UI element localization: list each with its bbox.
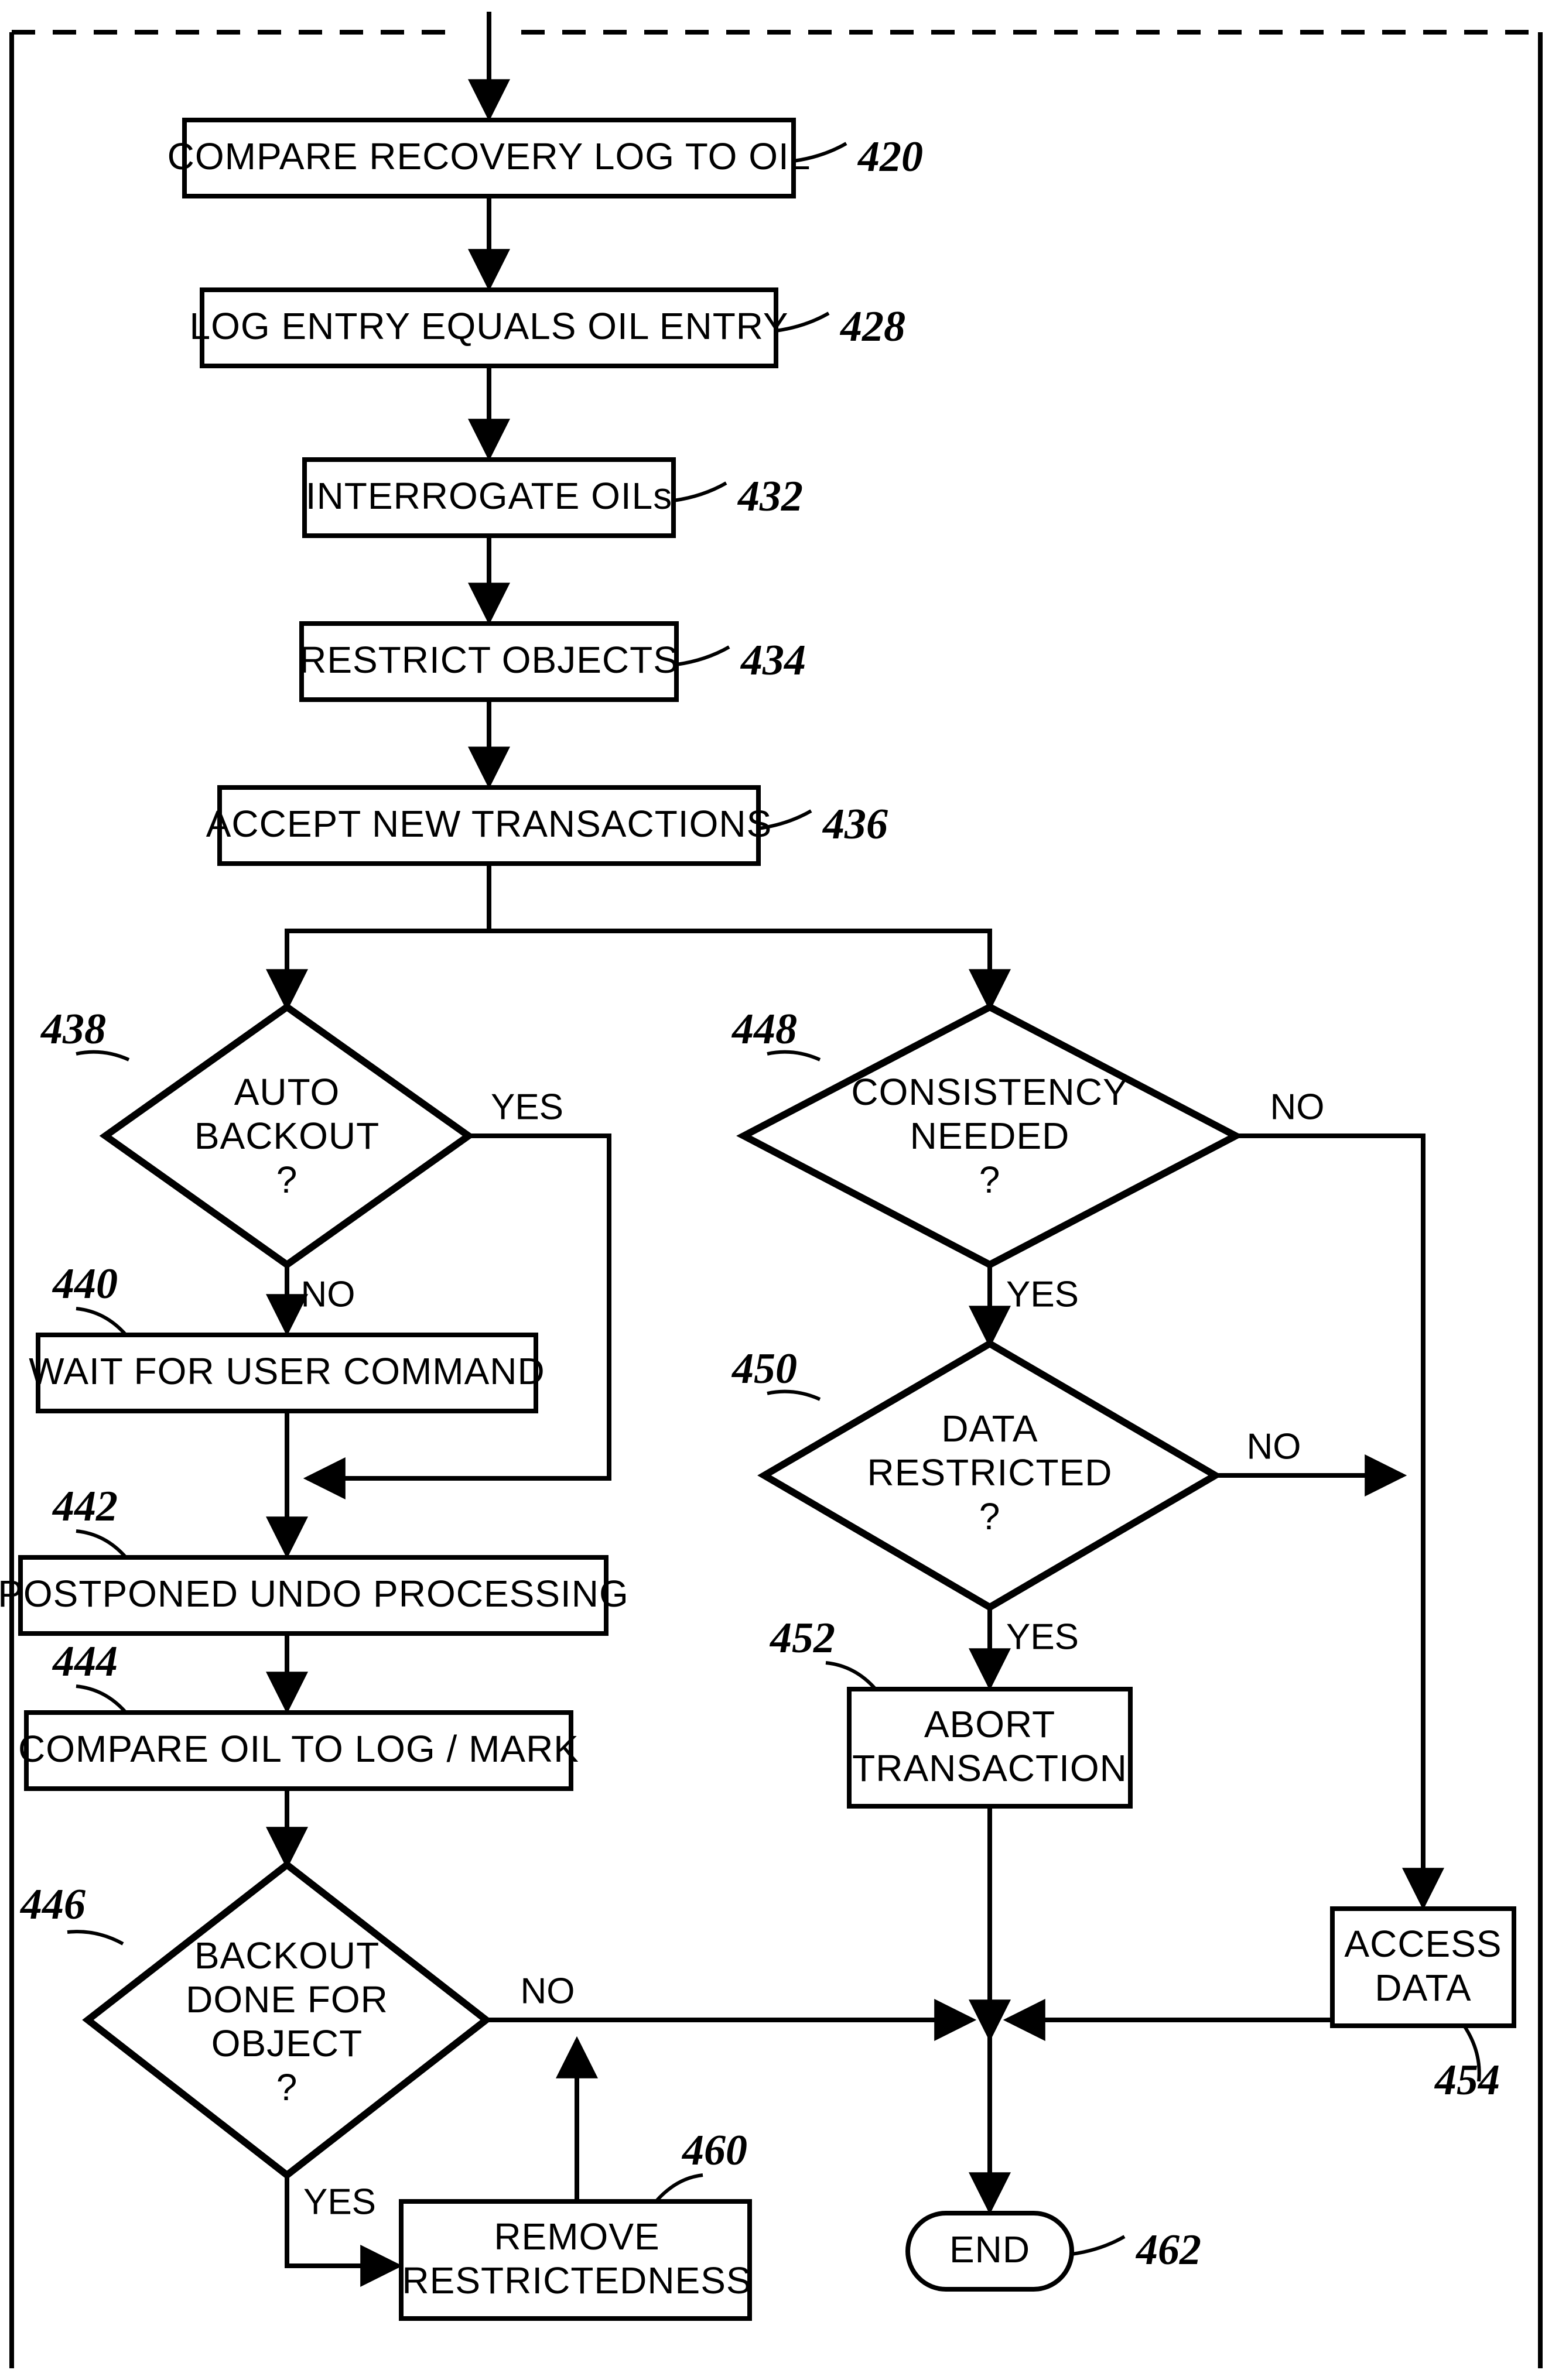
box-452-text-1: TRANSACTION — [852, 1747, 1127, 1789]
box-442-text: POSTPONED UNDO PROCESSING — [0, 1573, 629, 1615]
ref-454: 454 — [1434, 2056, 1500, 2104]
ref-446: 446 — [19, 1881, 86, 1929]
ref-450: 450 — [731, 1345, 797, 1393]
ref-452: 452 — [769, 1614, 835, 1662]
svg-text:DONE FOR: DONE FOR — [186, 1978, 388, 2021]
ref-434: 434 — [740, 636, 806, 684]
svg-text:NO: NO — [1247, 1426, 1301, 1467]
box-444-text: COMPARE OIL TO LOG / MARK — [18, 1728, 579, 1770]
ref-428: 428 — [839, 303, 905, 351]
svg-text:BACKOUT: BACKOUT — [194, 1934, 380, 1977]
svg-text:DATA: DATA — [941, 1408, 1038, 1450]
box-434-text: RESTRICT OBJECTS — [299, 639, 679, 681]
box-452-text-0: ABORT — [924, 1703, 1055, 1745]
svg-text:NO: NO — [521, 1971, 575, 2011]
svg-text:YES: YES — [1006, 1617, 1079, 1657]
end-text: END — [949, 2228, 1030, 2271]
box-420-text: COMPARE RECOVERY LOG TO OIL — [167, 135, 811, 177]
box-454-text-0: ACCESS — [1344, 1923, 1502, 1965]
svg-text:?: ? — [979, 1159, 1001, 1201]
svg-text:BACKOUT: BACKOUT — [194, 1115, 380, 1157]
box-432-text: INTERROGATE OILs — [306, 475, 672, 517]
svg-text:NO: NO — [301, 1274, 355, 1314]
svg-text:CONSISTENCY: CONSISTENCY — [851, 1071, 1128, 1113]
box-460-text-1: RESTRICTEDNESS — [402, 2259, 751, 2302]
ref-442: 442 — [52, 1482, 118, 1530]
ref-448: 448 — [731, 1005, 797, 1053]
ref-432: 432 — [737, 472, 803, 520]
svg-text:OBJECT: OBJECT — [211, 2022, 363, 2064]
ref-420: 420 — [857, 133, 923, 181]
flowchart: COMPARE RECOVERY LOG TO OIL 420 LOG ENTR… — [0, 0, 1552, 2380]
svg-text:RESTRICTED: RESTRICTED — [867, 1451, 1113, 1494]
svg-text:YES: YES — [1006, 1274, 1079, 1314]
svg-text:NEEDED: NEEDED — [910, 1115, 1070, 1157]
box-436-text: ACCEPT NEW TRANSACTIONS — [206, 803, 772, 845]
box-454-text-1: DATA — [1375, 1967, 1471, 2009]
ref-436: 436 — [822, 800, 888, 848]
ref-460: 460 — [681, 2126, 747, 2174]
svg-text:?: ? — [276, 2066, 298, 2108]
svg-text:YES: YES — [491, 1087, 563, 1127]
box-460-text-0: REMOVE — [494, 2215, 659, 2258]
box-440-text: WAIT FOR USER COMMAND — [29, 1350, 545, 1392]
svg-text:?: ? — [276, 1159, 298, 1201]
svg-text:?: ? — [979, 1495, 1001, 1537]
ref-444: 444 — [52, 1638, 118, 1686]
svg-text:NO: NO — [1270, 1087, 1325, 1127]
svg-text:AUTO: AUTO — [234, 1071, 340, 1113]
box-428-text: LOG ENTRY EQUALS OIL ENTRY — [189, 305, 788, 347]
svg-text:YES: YES — [303, 2182, 376, 2222]
ref-440: 440 — [52, 1260, 118, 1308]
ref-438: 438 — [40, 1005, 106, 1053]
ref-462: 462 — [1135, 2226, 1201, 2274]
